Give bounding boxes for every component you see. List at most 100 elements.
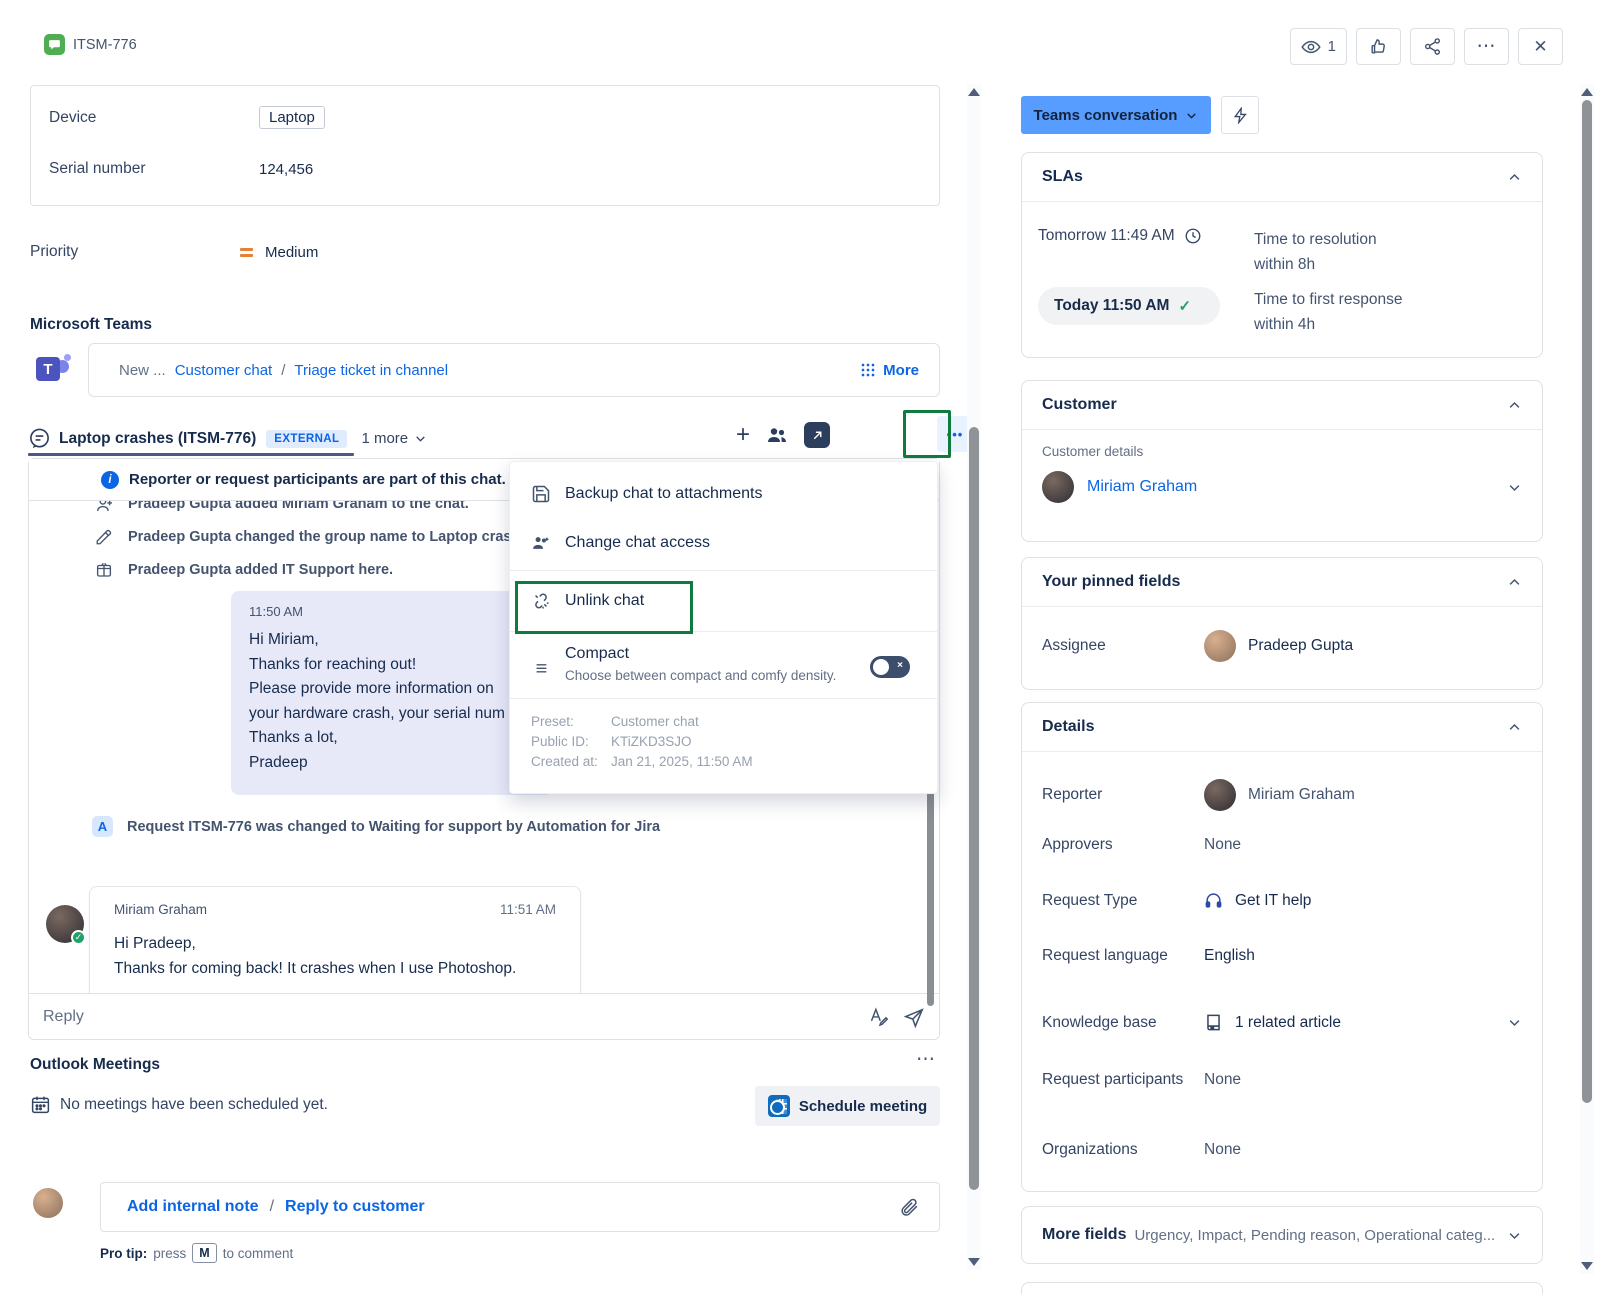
device-row: Device Laptop [49,106,325,129]
customer-title: Customer [1042,396,1117,413]
detail-row-approvers[interactable]: Approvers None [1042,836,1522,854]
current-user-avatar [33,1188,63,1218]
detail-row-request-participants[interactable]: Request participants None [1042,1071,1522,1089]
breadcrumb[interactable]: ITSM-776 [44,34,137,55]
more-actions-button[interactable]: ⋯ [1464,28,1509,65]
request-type-icon [44,34,65,55]
breadcrumb-label: ITSM-776 [73,36,137,53]
message-line: Thanks a lot, [249,729,338,746]
presence-check-icon: ✓ [71,930,86,945]
avatar [1204,630,1236,662]
chevron-down-icon[interactable] [1507,1015,1522,1030]
detail-row-request-language[interactable]: Request language English [1042,947,1522,965]
more-connectors-button[interactable]: More [860,362,919,379]
outlook-icon [767,1095,790,1117]
created-at-label: Created at: [531,754,598,769]
chevron-up-icon[interactable] [1507,398,1522,413]
teams-conversation-dropdown[interactable]: Teams conversation [1021,96,1211,134]
slas-card: SLAs Tomorrow 11:49 AM Time to resolutio… [1021,152,1543,358]
menu-item-compact-toggle: ≡ Compact Choose between compact and com… [510,635,937,695]
message-line: Hi Pradeep, [114,935,196,952]
reply-to-customer-link[interactable]: Reply to customer [285,1198,425,1216]
customer-details-row[interactable]: Miriam Graham [1022,459,1542,503]
message-line: Pradeep [249,753,308,771]
outlook-options-icon[interactable]: ⋯ [916,1050,936,1069]
scroll-up-arrow[interactable] [1581,88,1593,96]
compact-toggle[interactable]: × [870,656,910,678]
text-format-icon[interactable] [868,1006,889,1027]
scroll-down-arrow[interactable] [968,1258,980,1266]
reply-bar [29,993,939,1039]
scrollbar-thumb[interactable] [969,427,979,1190]
ellipsis-icon: ••• [946,426,964,442]
close-button[interactable]: ✕ [1518,28,1563,65]
sla-target: within 8h [1254,256,1316,273]
scroll-up-arrow[interactable] [968,88,980,96]
assignee-value: Pradeep Gupta [1248,637,1354,654]
participants-icon[interactable] [765,423,789,447]
menu-item-change-access[interactable]: Change chat access [510,518,937,567]
more-tabs-dropdown[interactable]: 1 more [361,430,427,447]
chevron-up-icon[interactable] [1507,170,1522,185]
menu-item-backup-chat[interactable]: Backup chat to attachments [510,469,937,518]
triage-ticket-link[interactable]: Triage ticket in channel [294,362,448,379]
book-icon [1207,1014,1220,1031]
customer-name-link[interactable]: Miriam Graham [1087,478,1197,496]
link-separator: / [281,361,286,379]
message-line: your hardware crash, your serial num [249,704,505,722]
lightning-icon [1233,106,1247,124]
detail-row-organizations[interactable]: Organizations None [1042,1141,1522,1159]
assignee-row[interactable]: Assignee Pradeep Gupta [1042,630,1522,662]
sla-time: Tomorrow 11:49 AM [1038,227,1175,244]
clock-icon [1185,228,1201,244]
chat-bubble-icon [28,427,51,450]
chevron-down-icon[interactable] [1507,480,1522,495]
banner-text: Reporter or request participants are par… [129,471,506,488]
add-internal-note-link[interactable]: Add internal note [127,1198,259,1216]
sla-name: Time to resolution [1254,231,1377,248]
open-in-teams-icon[interactable] [804,422,830,448]
share-button[interactable] [1410,28,1455,65]
priority-value[interactable]: Medium [265,244,318,261]
priority-label: Priority [30,243,79,260]
customer-message-card: Miriam Graham 11:51 AM Hi Pradeep, Thank… [89,886,581,993]
menu-item-unlink-chat[interactable]: Unlink chat [510,574,937,628]
more-fields-subtitle: Urgency, Impact, Pending reason, Operati… [1134,1226,1496,1244]
panel-scrollbar[interactable] [1580,84,1594,1274]
main-scrollbar[interactable] [967,84,981,1270]
save-icon [531,484,552,504]
menu-footer: Preset: Customer chat Public ID: KTiZKD3SJ… [510,702,937,772]
watch-button[interactable]: 1 [1289,28,1347,65]
external-badge: EXTERNAL [266,429,348,448]
new-label: New ... [119,361,166,379]
paperclip-icon[interactable] [899,1197,919,1217]
itsm-ticket-page: ITSM-776 1 ⋯ ✕ Device Laptop Serial numb… [0,0,1597,1294]
like-button[interactable] [1356,28,1401,65]
more-fields-card[interactable]: More fields Urgency, Impact, Pending rea… [1021,1206,1543,1264]
automation-lightning-button[interactable] [1221,96,1259,134]
scrollbar-thumb[interactable] [1582,100,1592,1103]
customer-chat-link[interactable]: Customer chat [175,362,273,379]
device-value-tag[interactable]: Laptop [259,106,325,129]
preset-value: Customer chat [611,714,699,729]
detail-row-request-type[interactable]: Request Type Get IT help [1042,891,1522,910]
detail-row-reporter[interactable]: Reporter Miriam Graham [1042,779,1522,811]
send-icon[interactable] [903,1006,925,1028]
chevron-up-icon[interactable] [1507,575,1522,590]
serial-value[interactable]: 124,456 [259,161,313,178]
add-chat-icon[interactable]: + [736,423,750,447]
scroll-down-arrow[interactable] [1581,1262,1593,1270]
detail-row-knowledge-base[interactable]: Knowledge base 1 related article [1042,1013,1522,1032]
chat-tab-title[interactable]: Laptop crashes (ITSM-776) [59,430,256,448]
public-id-label: Public ID: [531,734,589,749]
density-icon: ≡ [535,658,548,680]
message-line: Thanks for reaching out! [249,655,417,673]
schedule-meeting-button[interactable]: Schedule meeting [755,1086,940,1126]
outlook-meetings-heading: Outlook Meetings [30,1056,161,1073]
chevron-down-icon[interactable] [1507,1228,1522,1243]
chevron-up-icon[interactable] [1507,720,1522,735]
reply-input[interactable] [43,1007,854,1026]
comment-bar: Add internal note / Reply to customer [100,1182,940,1232]
pinned-fields-card: Your pinned fields Assignee Pradeep Gupt… [1021,557,1543,690]
toggle-knob [873,659,889,675]
